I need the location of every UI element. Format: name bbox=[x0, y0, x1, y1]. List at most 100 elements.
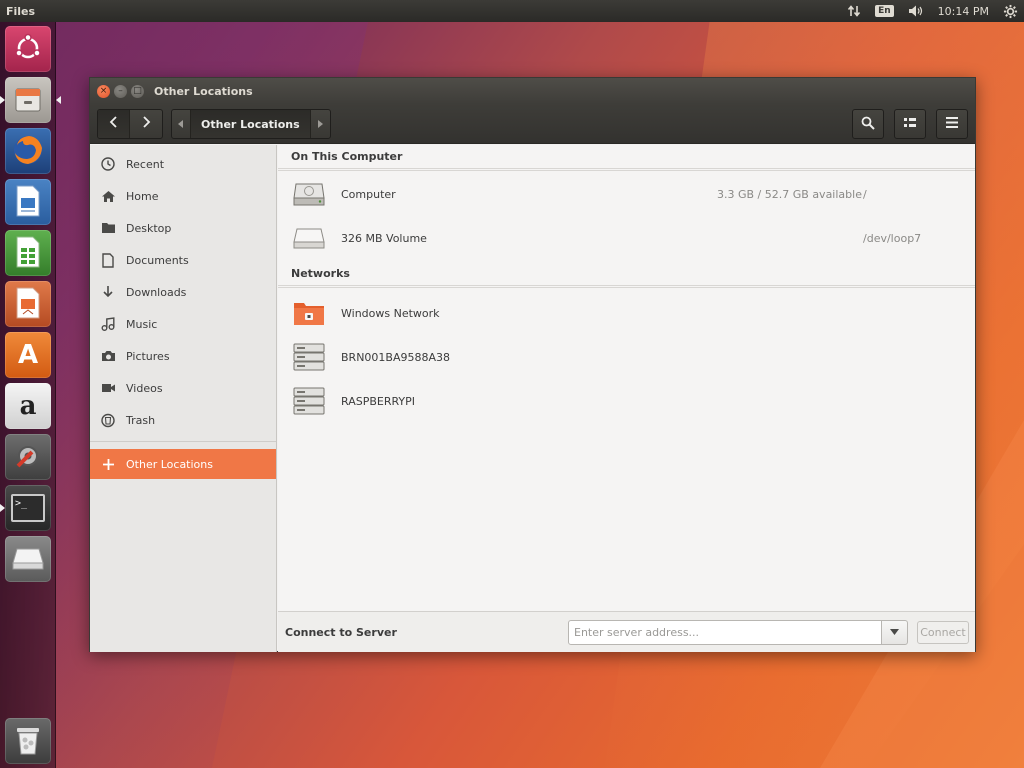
sidebar-item-label: Pictures bbox=[126, 349, 170, 363]
removable-volume-icon bbox=[278, 225, 340, 251]
plus-icon bbox=[90, 458, 126, 470]
sidebar-item-label: Documents bbox=[126, 253, 189, 267]
connect-button[interactable]: Connect bbox=[917, 621, 969, 644]
list-view-icon bbox=[903, 117, 917, 132]
home-icon bbox=[90, 190, 126, 203]
section-on-this-computer: On This Computer bbox=[278, 145, 975, 171]
path-other-locations-button[interactable]: Other Locations bbox=[191, 110, 311, 138]
location-mount-path: /dev/loop7 bbox=[863, 231, 922, 245]
server-history-dropdown-button[interactable] bbox=[881, 620, 908, 645]
removable-drive-icon bbox=[11, 545, 45, 574]
sidebar-item-label: Recent bbox=[126, 157, 165, 171]
nav-buttons bbox=[97, 109, 163, 139]
sidebar-item-music[interactable]: Music bbox=[90, 309, 276, 339]
back-button[interactable] bbox=[98, 110, 130, 138]
location-name: RASPBERRYPI bbox=[341, 394, 416, 408]
locations-view: On This Computer Computer 3.3 GB / 52.7 … bbox=[278, 145, 975, 652]
sidebar-item-pictures[interactable]: Pictures bbox=[90, 341, 276, 371]
clock-icon bbox=[90, 157, 126, 171]
path-scroll-right-button[interactable] bbox=[311, 110, 330, 138]
launcher: A a >_ bbox=[0, 22, 61, 768]
location-mount-path: / bbox=[863, 187, 867, 201]
sidebar-item-label: Videos bbox=[126, 381, 163, 395]
launcher-software[interactable]: A bbox=[5, 332, 51, 378]
search-button[interactable] bbox=[852, 109, 884, 139]
section-networks: Networks bbox=[278, 262, 975, 288]
sidebar-separator bbox=[90, 441, 276, 442]
window-close-button[interactable]: × bbox=[97, 84, 110, 98]
files-window: × – □ Other Locations Other Locations Re… bbox=[89, 77, 976, 652]
location-row-windows-network[interactable]: Windows Network bbox=[278, 291, 975, 335]
window-titlebar[interactable]: × – □ Other Locations bbox=[90, 78, 975, 104]
trash-icon bbox=[14, 724, 42, 759]
location-row-computer[interactable]: Computer 3.3 GB / 52.7 GB available / bbox=[278, 172, 975, 216]
launcher-calc[interactable] bbox=[5, 230, 51, 276]
libreoffice-writer-icon bbox=[13, 184, 43, 221]
sidebar-item-videos[interactable]: Videos bbox=[90, 373, 276, 403]
launcher-files[interactable] bbox=[0, 77, 61, 123]
header-bar: Other Locations bbox=[90, 104, 975, 144]
path-scroll-left-button[interactable] bbox=[172, 110, 191, 138]
amazon-icon: a bbox=[19, 391, 37, 421]
running-indicator bbox=[0, 504, 5, 512]
sidebar-item-recent[interactable]: Recent bbox=[90, 149, 276, 179]
sidebar-item-label: Music bbox=[126, 317, 158, 331]
network-server-icon bbox=[278, 343, 340, 371]
software-center-icon: A bbox=[17, 340, 39, 370]
keyboard-layout-indicator[interactable]: En bbox=[875, 5, 894, 17]
location-name: BRN001BA9588A38 bbox=[341, 350, 451, 364]
document-icon bbox=[90, 252, 126, 268]
network-updown-icon[interactable] bbox=[847, 4, 861, 18]
clock[interactable]: 10:14 PM bbox=[938, 5, 989, 18]
location-row-volume[interactable]: 326 MB Volume /dev/loop7 bbox=[278, 216, 975, 260]
location-row-network-server[interactable]: RASPBERRYPI bbox=[278, 379, 975, 423]
sidebar-item-label: Other Locations bbox=[126, 457, 213, 471]
sidebar-item-trash[interactable]: Trash bbox=[90, 405, 276, 435]
launcher-writer[interactable] bbox=[5, 179, 51, 225]
window-maximize-button[interactable]: □ bbox=[131, 84, 144, 98]
trash-icon bbox=[90, 413, 126, 428]
sidebar-item-label: Trash bbox=[126, 413, 156, 427]
firefox-icon bbox=[11, 133, 45, 170]
search-icon bbox=[861, 116, 875, 133]
libreoffice-calc-icon bbox=[13, 235, 43, 272]
system-gear-icon[interactable] bbox=[1003, 4, 1018, 19]
launcher-settings[interactable] bbox=[5, 434, 51, 480]
system-settings-icon bbox=[12, 440, 44, 475]
dash-button[interactable] bbox=[5, 26, 51, 72]
forward-button[interactable] bbox=[130, 110, 162, 138]
volume-icon[interactable] bbox=[908, 4, 924, 18]
network-server-icon bbox=[278, 387, 340, 415]
hamburger-menu-icon bbox=[946, 117, 958, 131]
view-toggle-button[interactable] bbox=[894, 109, 926, 139]
menu-button[interactable] bbox=[936, 109, 968, 139]
chevron-right-icon bbox=[141, 116, 151, 132]
server-address-input[interactable] bbox=[568, 620, 882, 645]
launcher-firefox[interactable] bbox=[5, 128, 51, 174]
camera-icon bbox=[90, 350, 126, 362]
launcher-drive[interactable] bbox=[5, 536, 51, 582]
sidebar-item-label: Downloads bbox=[126, 285, 187, 299]
network-folder-icon bbox=[278, 300, 340, 326]
window-minimize-button[interactable]: – bbox=[114, 84, 127, 98]
sidebar-item-desktop[interactable]: Desktop bbox=[90, 213, 276, 243]
ubuntu-logo-icon bbox=[13, 33, 43, 66]
location-name: Windows Network bbox=[341, 306, 440, 320]
launcher-impress[interactable] bbox=[5, 281, 51, 327]
sidebar-item-documents[interactable]: Documents bbox=[90, 245, 276, 275]
launcher-terminal[interactable]: >_ bbox=[0, 485, 51, 531]
chevron-down-icon bbox=[890, 628, 899, 638]
folder-icon bbox=[90, 222, 126, 234]
app-menu-title[interactable]: Files bbox=[0, 5, 35, 18]
triangle-left-icon bbox=[178, 116, 184, 132]
sidebar-item-other-locations[interactable]: Other Locations bbox=[90, 449, 276, 479]
sidebar-item-downloads[interactable]: Downloads bbox=[90, 277, 276, 307]
sidebar-item-home[interactable]: Home bbox=[90, 181, 276, 211]
file-cabinet-icon bbox=[12, 83, 44, 118]
launcher-trash[interactable] bbox=[5, 718, 51, 764]
download-arrow-icon bbox=[90, 285, 126, 299]
path-bar: Other Locations bbox=[171, 109, 331, 139]
launcher-amazon[interactable]: a bbox=[5, 383, 51, 429]
location-row-network-server[interactable]: BRN001BA9588A38 bbox=[278, 335, 975, 379]
sidebar-item-label: Home bbox=[126, 189, 159, 203]
